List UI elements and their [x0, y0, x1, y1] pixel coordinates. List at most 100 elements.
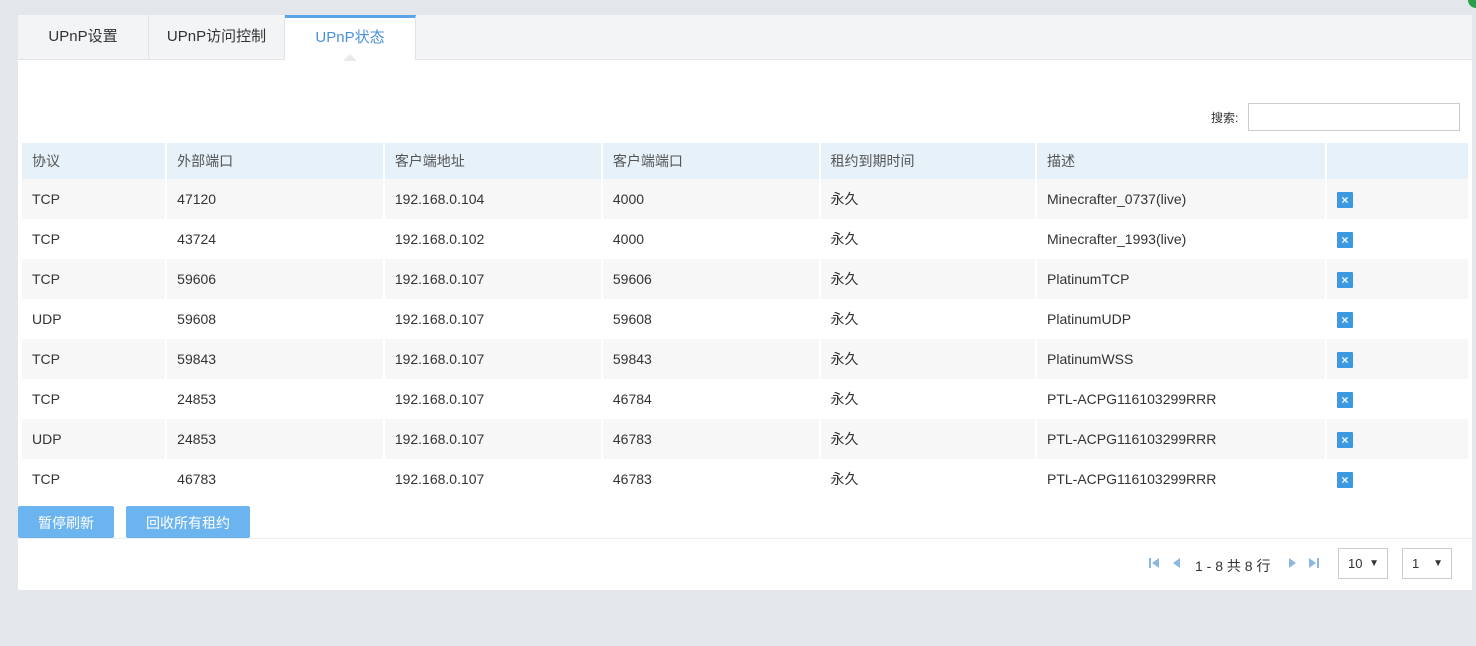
column-header-client-port: 客户端端口 — [602, 143, 819, 179]
table-row: UDP 24853 192.168.0.107 46783 永久 PTL-ACP… — [22, 419, 1468, 459]
upnp-panel: UPnP设置 UPnP访问控制 UPnP状态 搜索: 协议 外部端口 客户端地址… — [18, 15, 1472, 590]
cell-external-port: 59608 — [167, 299, 383, 339]
delete-icon[interactable]: × — [1336, 391, 1353, 408]
cell-lease-expiry: 永久 — [820, 379, 1035, 419]
cell-action: × — [1326, 219, 1468, 259]
delete-icon[interactable]: × — [1336, 431, 1353, 448]
table-row: TCP 47120 192.168.0.104 4000 永久 Minecraf… — [22, 179, 1468, 219]
cell-description: Minecrafter_1993(live) — [1037, 219, 1325, 259]
cell-protocol: TCP — [22, 259, 166, 299]
cell-description: Minecrafter_0737(live) — [1037, 179, 1325, 219]
cell-description: PlatinumUDP — [1037, 299, 1325, 339]
search-label: 搜索: — [1211, 111, 1239, 125]
cell-lease-expiry: 永久 — [820, 339, 1035, 379]
cell-client-port: 46783 — [602, 459, 819, 499]
cell-client-address: 192.168.0.107 — [384, 379, 601, 419]
pause-refresh-button[interactable]: 暂停刷新 — [18, 506, 114, 538]
chevron-down-icon: ▼ — [1369, 558, 1379, 569]
cell-external-port: 59843 — [167, 339, 383, 379]
cell-action: × — [1326, 419, 1468, 459]
cell-external-port: 59606 — [167, 259, 383, 299]
delete-icon[interactable]: × — [1336, 191, 1353, 208]
delete-icon[interactable]: × — [1336, 271, 1353, 288]
column-header-description: 描述 — [1037, 143, 1325, 179]
page-size-value: 10 — [1348, 556, 1363, 571]
cell-action: × — [1326, 299, 1468, 339]
upnp-status-table: 协议 外部端口 客户端地址 客户端端口 租约到期时间 描述 TCP 47120 … — [20, 143, 1470, 499]
table-row: TCP 46783 192.168.0.107 46783 永久 PTL-ACP… — [22, 459, 1468, 499]
column-header-action — [1326, 143, 1468, 179]
cell-lease-expiry: 永久 — [820, 179, 1035, 219]
tab-upnp-status[interactable]: UPnP状态 — [285, 15, 416, 61]
cell-client-port: 59608 — [602, 299, 819, 339]
recycle-all-leases-button[interactable]: 回收所有租约 — [126, 506, 250, 538]
delete-icon[interactable]: × — [1336, 311, 1353, 328]
cell-external-port: 24853 — [167, 419, 383, 459]
cell-lease-expiry: 永久 — [820, 419, 1035, 459]
cell-client-port: 46783 — [602, 419, 819, 459]
cell-external-port: 46783 — [167, 459, 383, 499]
cell-client-address: 192.168.0.107 — [384, 259, 601, 299]
cell-lease-expiry: 永久 — [820, 299, 1035, 339]
last-page-icon[interactable] — [1307, 556, 1321, 570]
cell-client-port: 46784 — [602, 379, 819, 419]
column-header-lease-expiry: 租约到期时间 — [820, 143, 1035, 179]
divider — [18, 538, 1472, 539]
cell-client-address: 192.168.0.107 — [384, 459, 601, 499]
cell-lease-expiry: 永久 — [820, 259, 1035, 299]
cell-client-address: 192.168.0.107 — [384, 299, 601, 339]
first-page-icon[interactable] — [1147, 556, 1161, 570]
cell-external-port: 24853 — [167, 379, 383, 419]
delete-icon[interactable]: × — [1336, 231, 1353, 248]
column-header-external-port: 外部端口 — [167, 143, 383, 179]
cell-action: × — [1326, 339, 1468, 379]
window-corner-badge — [1468, 0, 1476, 8]
column-header-client-address: 客户端地址 — [384, 143, 601, 179]
cell-protocol: UDP — [22, 419, 166, 459]
cell-protocol: TCP — [22, 379, 166, 419]
cell-client-address: 192.168.0.104 — [384, 179, 601, 219]
chevron-down-icon: ▼ — [1433, 558, 1443, 569]
cell-client-port: 59606 — [602, 259, 819, 299]
table-row: UDP 59608 192.168.0.107 59608 永久 Platinu… — [22, 299, 1468, 339]
cell-client-address: 192.168.0.102 — [384, 219, 601, 259]
cell-description: PTL-ACPG116103299RRR — [1037, 419, 1325, 459]
table-body: TCP 47120 192.168.0.104 4000 永久 Minecraf… — [22, 179, 1468, 499]
cell-external-port: 47120 — [167, 179, 383, 219]
cell-client-address: 192.168.0.107 — [384, 419, 601, 459]
cell-external-port: 43724 — [167, 219, 383, 259]
page-number-value: 1 — [1412, 556, 1420, 571]
prev-page-icon[interactable] — [1170, 556, 1184, 570]
table-header-row: 协议 外部端口 客户端地址 客户端端口 租约到期时间 描述 — [22, 143, 1468, 179]
cell-description: PlatinumWSS — [1037, 339, 1325, 379]
table-row: TCP 59843 192.168.0.107 59843 永久 Platinu… — [22, 339, 1468, 379]
delete-icon[interactable]: × — [1336, 471, 1353, 488]
cell-protocol: TCP — [22, 459, 166, 499]
left-edge — [0, 0, 4, 646]
table-row: TCP 43724 192.168.0.102 4000 永久 Minecraf… — [22, 219, 1468, 259]
page-size-select[interactable]: 10 ▼ — [1338, 548, 1388, 579]
tab-upnp-settings[interactable]: UPnP设置 — [18, 15, 149, 59]
delete-icon[interactable]: × — [1336, 351, 1353, 368]
table-row: TCP 59606 192.168.0.107 59606 永久 Platinu… — [22, 259, 1468, 299]
search-input[interactable] — [1248, 103, 1460, 131]
cell-description: PTL-ACPG116103299RRR — [1037, 459, 1325, 499]
cell-description: PTL-ACPG116103299RRR — [1037, 379, 1325, 419]
cell-client-address: 192.168.0.107 — [384, 339, 601, 379]
cell-protocol: TCP — [22, 219, 166, 259]
cell-action: × — [1326, 259, 1468, 299]
next-page-icon[interactable] — [1285, 556, 1299, 570]
tab-upnp-access-control[interactable]: UPnP访问控制 — [149, 15, 285, 59]
cell-client-port: 4000 — [602, 219, 819, 259]
page-number-select[interactable]: 1 ▼ — [1402, 548, 1452, 579]
cell-protocol: TCP — [22, 339, 166, 379]
cell-lease-expiry: 永久 — [820, 219, 1035, 259]
cell-action: × — [1326, 379, 1468, 419]
table-row: TCP 24853 192.168.0.107 46784 永久 PTL-ACP… — [22, 379, 1468, 419]
tab-bar: UPnP设置 UPnP访问控制 UPnP状态 — [18, 15, 1472, 61]
column-header-protocol: 协议 — [22, 143, 166, 179]
cell-action: × — [1326, 179, 1468, 219]
cell-client-port: 4000 — [602, 179, 819, 219]
cell-protocol: UDP — [22, 299, 166, 339]
cell-protocol: TCP — [22, 179, 166, 219]
